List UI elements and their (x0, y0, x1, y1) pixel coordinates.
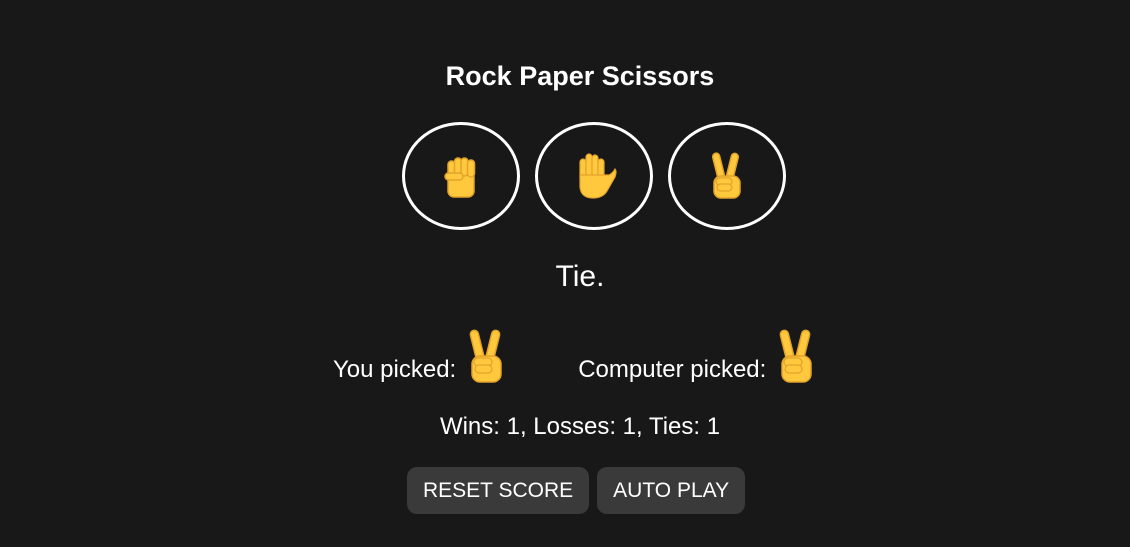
score-text: Wins: 1, Losses: 1, Ties: 1 (439, 413, 721, 440)
control-buttons: RESET SCORE AUTO PLAY (407, 467, 746, 514)
raised-fist-icon (444, 157, 476, 198)
raised-hand-icon (579, 153, 617, 199)
reset-score-button[interactable]: RESET SCORE (407, 467, 590, 514)
picks-row: You picked: Computer picked: (333, 328, 818, 388)
move-buttons (402, 122, 786, 230)
you-picked-label: You picked: (333, 356, 457, 383)
auto-play-button[interactable]: AUTO PLAY (597, 467, 746, 514)
rock-button[interactable] (402, 122, 520, 230)
page-title: Rock Paper Scissors (445, 61, 715, 91)
victory-hand-icon (711, 152, 741, 199)
result-text: Tie. (555, 260, 605, 293)
scissors-button[interactable] (668, 122, 786, 230)
victory-hand-icon (779, 329, 813, 383)
paper-button[interactable] (535, 122, 653, 230)
computer-picked-label: Computer picked: (578, 356, 767, 383)
victory-hand-icon (469, 329, 502, 383)
